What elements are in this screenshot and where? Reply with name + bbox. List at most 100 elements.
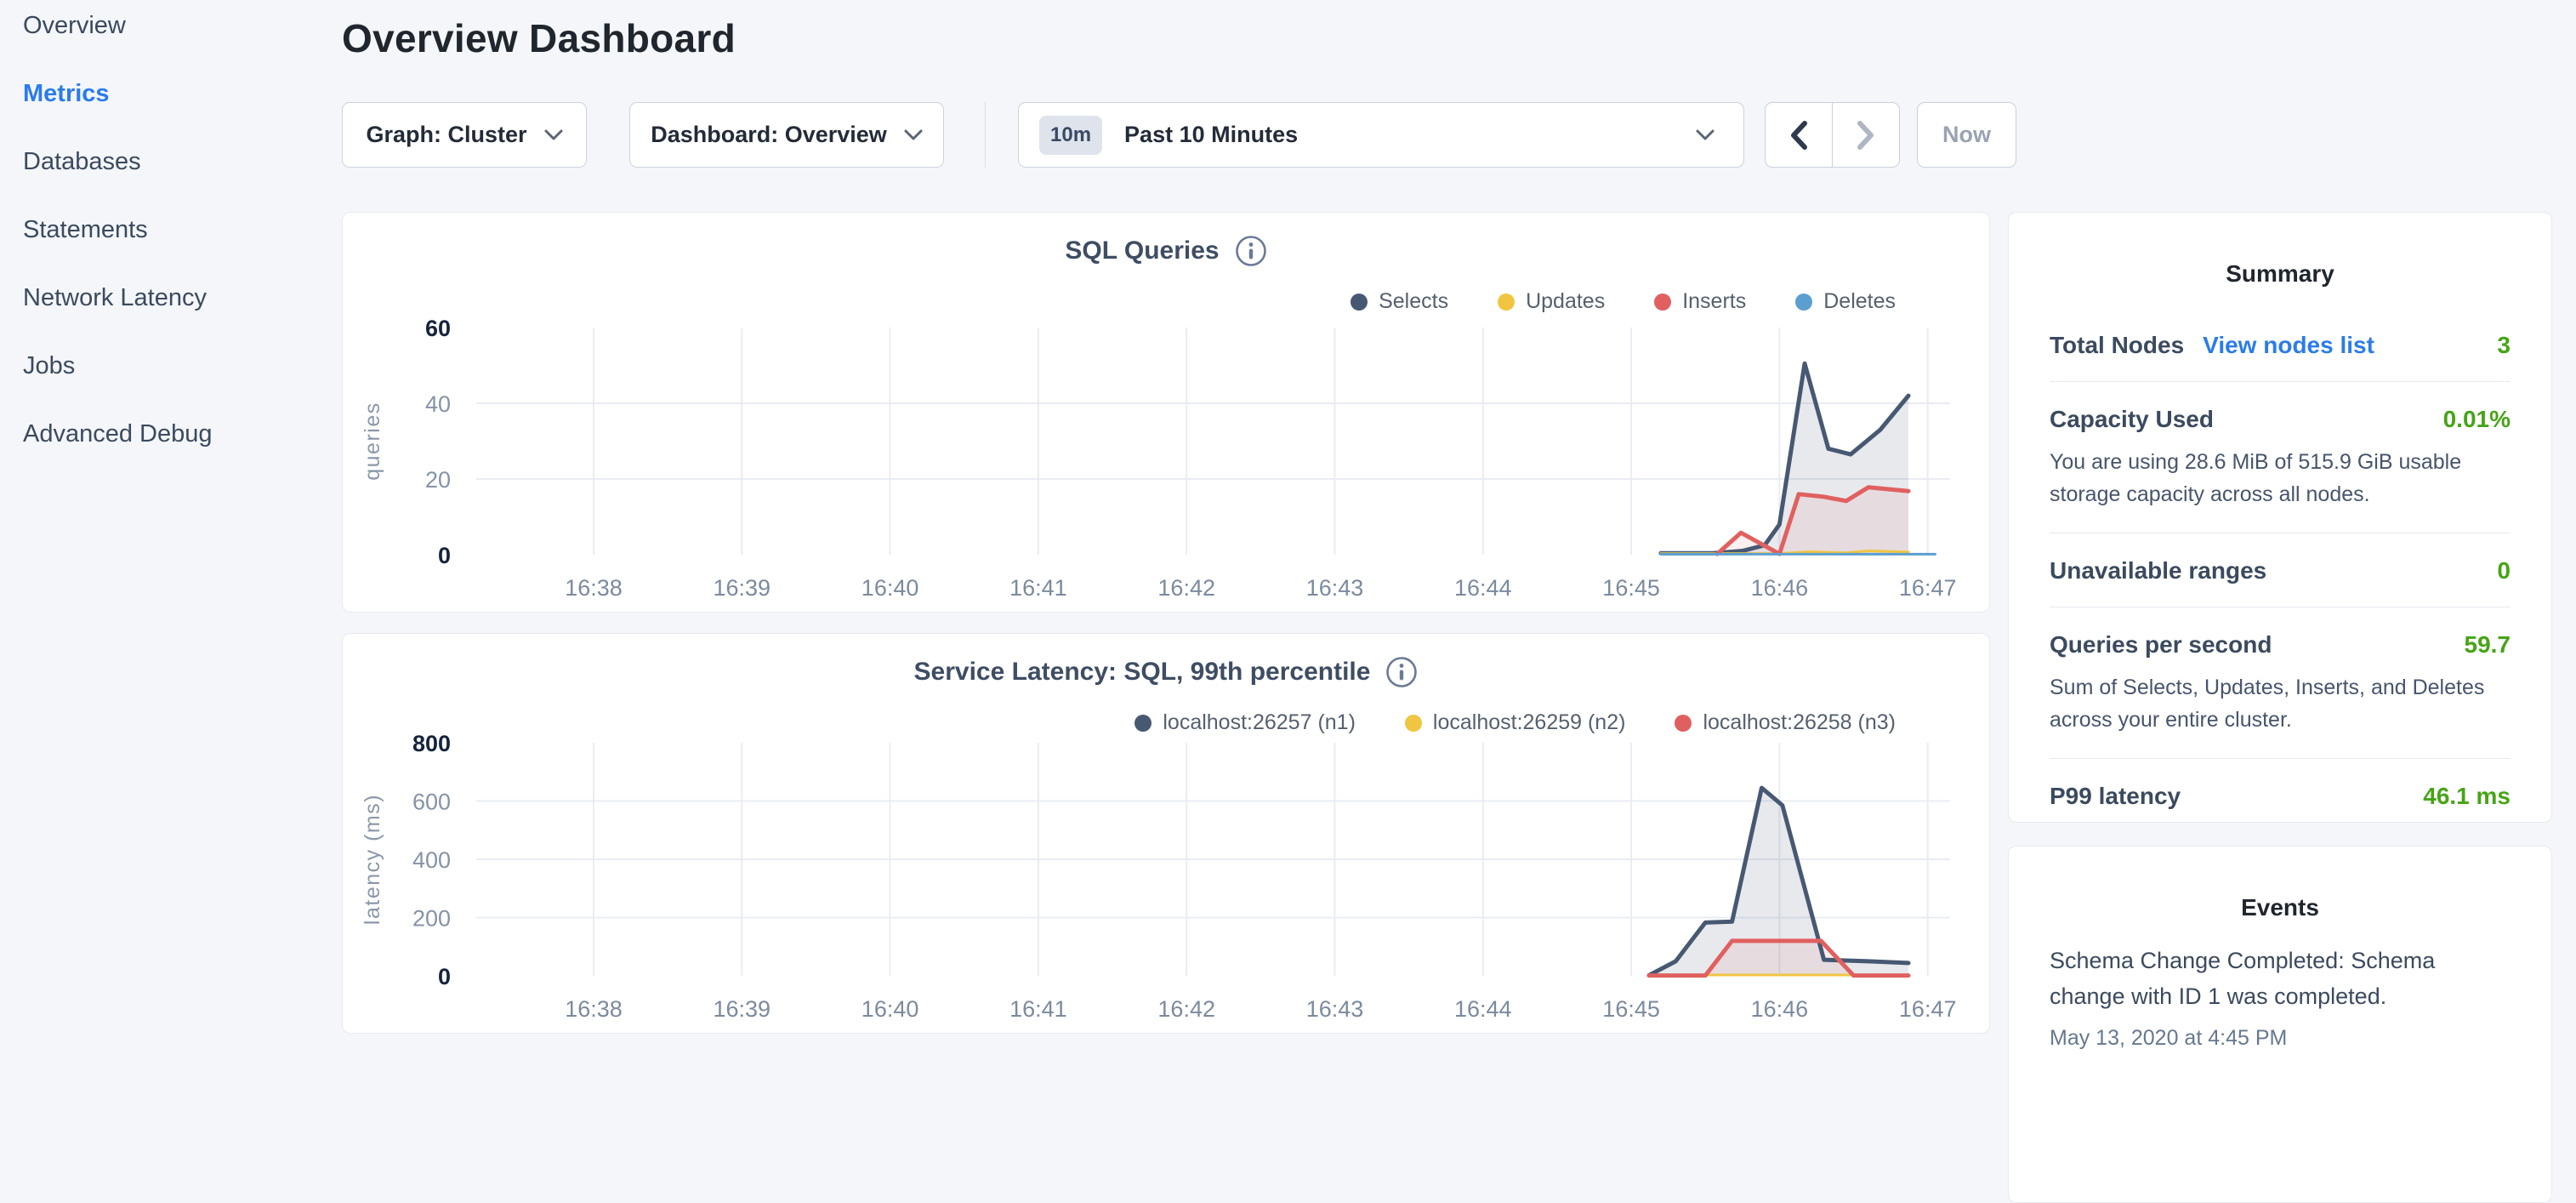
main-content: Overview Dashboard Graph: Cluster Dashbo… [342, 0, 2576, 1203]
y-axis-label: queries [361, 402, 384, 481]
x-tick-label: 16:39 [714, 575, 771, 601]
time-window-badge: 10m [1039, 116, 1102, 155]
x-tick-label: 16:44 [1454, 996, 1512, 1022]
graph-dropdown[interactable]: Graph: Cluster [342, 102, 587, 168]
capacity-used-label: Capacity Used [2050, 406, 2214, 433]
x-tick-label: 16:40 [862, 996, 919, 1022]
y-tick-label: 40 [425, 391, 451, 417]
sidebar-item-network-latency[interactable]: Network Latency [23, 284, 342, 352]
p99-latency-value: 46.1 ms [2423, 783, 2511, 810]
info-icon[interactable] [1385, 656, 1418, 688]
legend-dot-icon [1351, 294, 1368, 311]
summary-row-qps: Queries per second 59.7 Sum of Selects, … [2050, 607, 2511, 759]
time-pager [1765, 102, 1900, 168]
x-tick-label: 16:42 [1157, 575, 1215, 601]
x-tick-label: 16:46 [1751, 575, 1809, 601]
x-tick-label: 16:41 [1009, 996, 1067, 1022]
toolbar-divider [985, 102, 986, 168]
summary-row-p99: P99 latency 46.1 ms [2050, 759, 2511, 832]
y-tick-label: 600 [412, 790, 451, 815]
x-tick-label: 16:40 [862, 575, 919, 601]
charts-column: SQL Queries SelectsUpdatesInsertsDeletes… [342, 212, 1990, 1203]
x-tick-label: 16:47 [1899, 575, 1957, 601]
summary-row-total-nodes: Total Nodes View nodes list 3 [2050, 288, 2511, 382]
x-tick-label: 16:38 [565, 996, 623, 1022]
chevron-down-icon [544, 129, 563, 140]
right-column: Summary Total Nodes View nodes list 3 Ca… [2008, 212, 2552, 1203]
y-tick-label: 400 [412, 847, 451, 873]
now-button-label: Now [1942, 122, 1991, 148]
sidebar-item-advanced-debug[interactable]: Advanced Debug [23, 420, 342, 488]
legend-dot-icon [1654, 294, 1671, 311]
sidebar-nav: Overview Metrics Databases Statements Ne… [0, 0, 342, 488]
summary-row-unavailable-ranges: Unavailable ranges 0 [2050, 533, 2511, 607]
sidebar-item-overview[interactable]: Overview [23, 12, 342, 80]
summary-row-capacity: Capacity Used 0.01% You are using 28.6 M… [2050, 382, 2511, 533]
sidebar-item-metrics[interactable]: Metrics [23, 80, 342, 148]
x-tick-label: 16:38 [565, 575, 623, 601]
prev-time-button[interactable] [1766, 103, 1832, 167]
info-icon[interactable] [1235, 235, 1267, 267]
view-nodes-list-link[interactable]: View nodes list [2203, 332, 2374, 359]
unavailable-ranges-label: Unavailable ranges [2050, 557, 2266, 584]
y-tick-label: 20 [425, 467, 451, 493]
graph-dropdown-label: Graph: Cluster [366, 122, 526, 148]
legend-dot-icon [1795, 294, 1812, 311]
x-tick-label: 16:41 [1009, 575, 1067, 601]
qps-label: Queries per second [2050, 631, 2272, 659]
p99-latency-label: P99 latency [2050, 783, 2181, 810]
event-item[interactable]: Schema Change Completed: Schema change w… [2050, 944, 2511, 1054]
toolbar: Graph: Cluster Dashboard: Overview 10m P… [342, 102, 2576, 168]
events-panel: Events Schema Change Completed: Schema c… [2008, 846, 2552, 1203]
chevron-left-icon [1788, 120, 1809, 151]
legend-dot-icon [1134, 715, 1152, 732]
sql-queries-chart-card: SQL Queries SelectsUpdatesInsertsDeletes… [342, 212, 1990, 613]
chart-title-text: SQL Queries [1065, 237, 1219, 265]
capacity-used-value: 0.01% [2443, 406, 2511, 433]
x-tick-label: 16:43 [1306, 575, 1364, 601]
service-latency-chart-card: Service Latency: SQL, 99th percentile lo… [342, 633, 1990, 1034]
unavailable-ranges-value: 0 [2497, 557, 2511, 584]
total-nodes-value: 3 [2497, 332, 2511, 359]
chevron-down-icon [904, 129, 923, 140]
y-tick-label: 800 [412, 732, 451, 756]
summary-title: Summary [2050, 260, 2511, 288]
chevron-down-icon [1696, 129, 1714, 140]
events-title: Events [2050, 894, 2511, 921]
y-axis-label: latency (ms) [361, 794, 384, 925]
chart-title: SQL Queries [343, 235, 1989, 267]
sql-queries-plot: 020406016:3816:3916:4016:4116:4216:4316:… [343, 311, 1989, 612]
time-range-selector[interactable]: 10m Past 10 Minutes [1018, 102, 1744, 168]
y-tick-label: 0 [438, 964, 451, 989]
qps-description: Sum of Selects, Updates, Inserts, and De… [2050, 672, 2511, 736]
chart-title: Service Latency: SQL, 99th percentile [343, 656, 1989, 688]
x-tick-label: 16:47 [1899, 996, 1957, 1022]
next-time-button[interactable] [1832, 103, 1899, 167]
page-title: Overview Dashboard [342, 15, 2576, 61]
sidebar: Overview Metrics Databases Statements Ne… [0, 0, 342, 1052]
legend-dot-icon [1675, 715, 1692, 732]
x-tick-label: 16:45 [1602, 575, 1660, 601]
qps-value: 59.7 [2465, 631, 2511, 659]
y-tick-label: 200 [412, 906, 451, 932]
x-tick-label: 16:45 [1602, 996, 1660, 1022]
sidebar-item-jobs[interactable]: Jobs [23, 352, 342, 420]
time-window-label: Past 10 Minutes [1124, 122, 1298, 148]
summary-panel: Summary Total Nodes View nodes list 3 Ca… [2008, 212, 2552, 823]
legend-dot-icon [1498, 294, 1515, 311]
total-nodes-label: Total Nodes [2050, 332, 2184, 359]
x-tick-label: 16:46 [1751, 996, 1809, 1022]
sidebar-item-databases[interactable]: Databases [23, 148, 342, 216]
dashboard-dropdown[interactable]: Dashboard: Overview [629, 102, 944, 168]
x-tick-label: 16:42 [1157, 996, 1215, 1022]
y-tick-label: 0 [438, 543, 451, 568]
dashboard-dropdown-label: Dashboard: Overview [651, 122, 887, 148]
x-tick-label: 16:39 [714, 996, 771, 1022]
sidebar-item-statements[interactable]: Statements [23, 216, 342, 284]
event-text: Schema Change Completed: Schema change w… [2050, 944, 2511, 1015]
chart-title-text: Service Latency: SQL, 99th percentile [914, 658, 1371, 687]
now-button[interactable]: Now [1917, 102, 2016, 168]
x-tick-label: 16:44 [1454, 575, 1512, 601]
event-timestamp: May 13, 2020 at 4:45 PM [2050, 1022, 2511, 1055]
legend-dot-icon [1405, 715, 1422, 732]
